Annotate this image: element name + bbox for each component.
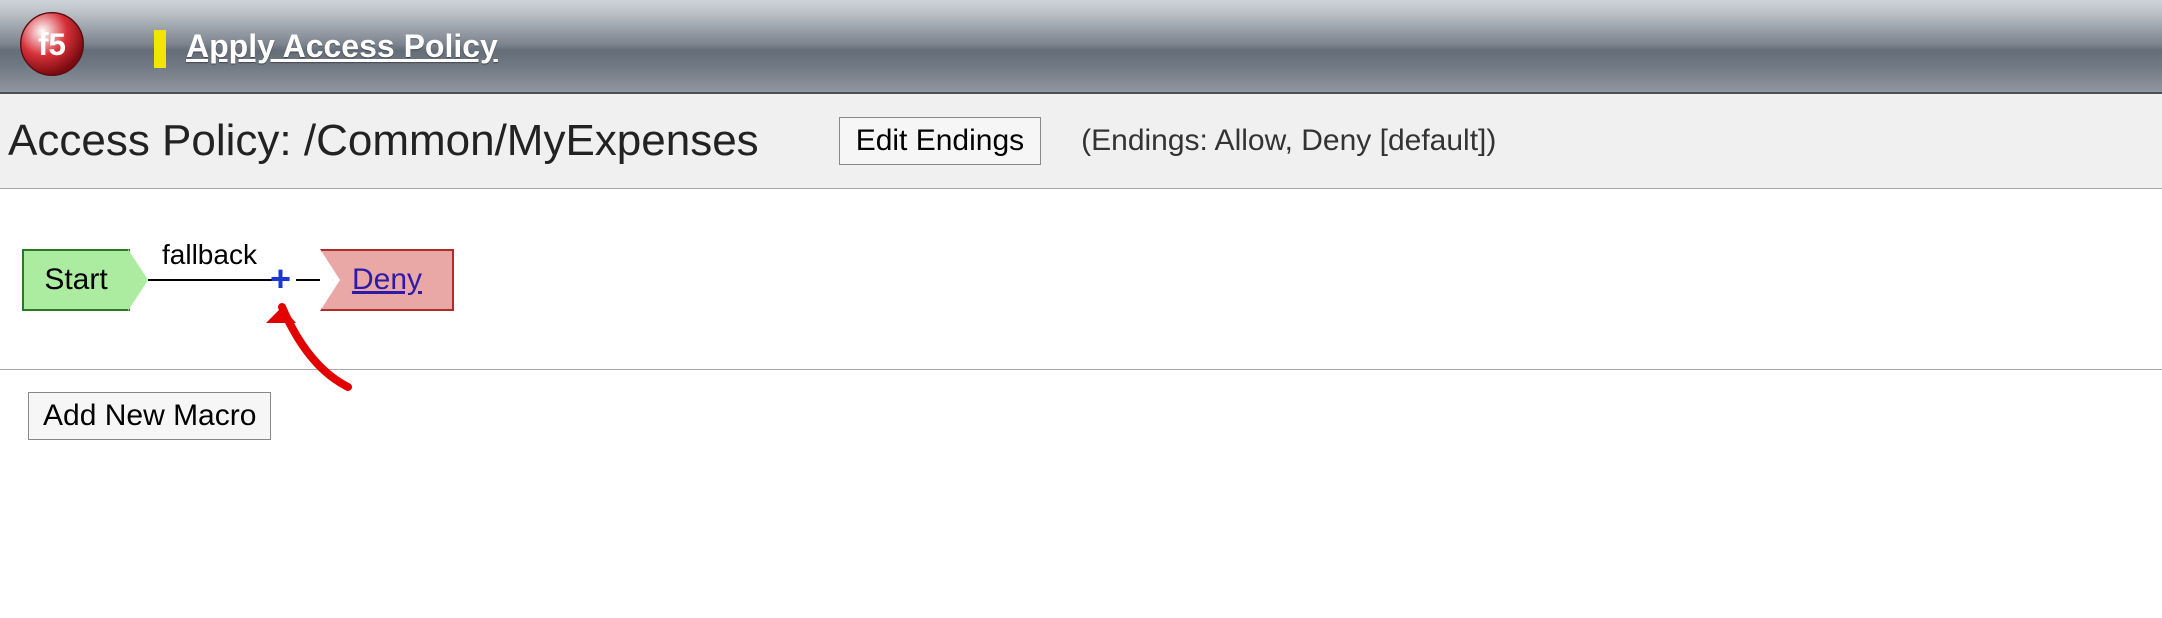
start-node-arrow-icon (128, 249, 148, 311)
start-node-label: Start (44, 263, 107, 297)
edit-endings-button[interactable]: Edit Endings (839, 117, 1041, 165)
add-new-macro-button[interactable]: Add New Macro (28, 392, 271, 440)
start-node[interactable]: Start (22, 249, 130, 311)
endings-summary-text: (Endings: Allow, Deny [default]) (1081, 124, 1496, 158)
macro-toolbar: Add New Macro (0, 370, 2162, 440)
deny-node-label: Deny (352, 263, 422, 297)
branch-label: fallback (162, 239, 257, 271)
alert-marker-icon (154, 30, 166, 68)
f5-logo-icon: f5 (18, 10, 86, 78)
top-banner: f5 Apply Access Policy (0, 0, 2162, 94)
deny-ending-node[interactable]: Deny (320, 249, 454, 311)
svg-text:f5: f5 (38, 27, 66, 62)
policy-title-bar: Access Policy: /Common/MyExpenses Edit E… (0, 94, 2162, 189)
connector-line (296, 279, 322, 281)
policy-flow-canvas: Start fallback + Deny (0, 189, 2162, 370)
page-title: Access Policy: /Common/MyExpenses (8, 116, 759, 166)
add-action-plus-icon[interactable]: + (270, 261, 291, 297)
apply-access-policy-link[interactable]: Apply Access Policy (186, 28, 498, 65)
connector-line (148, 279, 278, 281)
